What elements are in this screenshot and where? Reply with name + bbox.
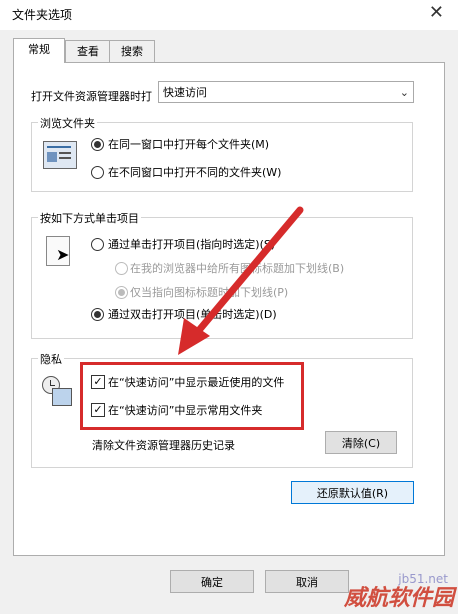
annotation-arrow-icon: [178, 206, 304, 355]
tab-general[interactable]: 常规: [13, 38, 65, 63]
watermark-logo: 威航软件园: [343, 586, 454, 611]
